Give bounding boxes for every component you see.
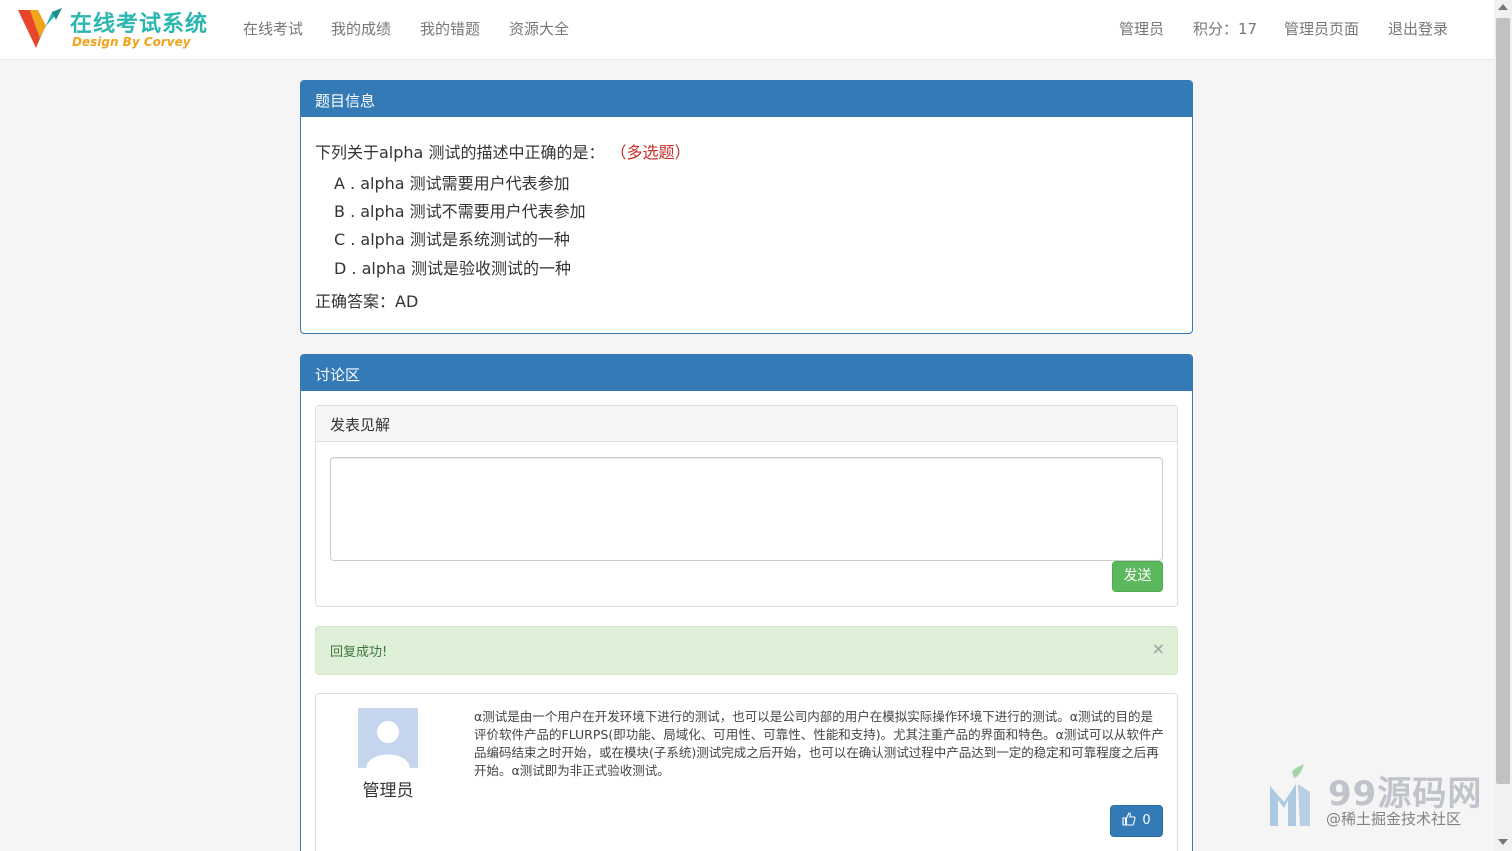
option-b: B . alpha 测试不需要用户代表参加 <box>334 202 586 221</box>
question-stem: 下列关于alpha 测试的描述中正确的是： <box>315 143 605 162</box>
scroll-down-arrow-icon[interactable] <box>1498 839 1508 845</box>
user-avatar-icon <box>358 708 418 768</box>
compose-panel: 发表见解 发送 <box>315 405 1178 607</box>
option-c: C . alpha 测试是系统测试的一种 <box>334 230 570 249</box>
discussion-panel-heading: 讨论区 <box>301 355 1192 391</box>
nav-my-wrong-questions[interactable]: 我的错题 <box>420 18 480 39</box>
top-navbar: 在线考试系统 Design By Corvey 在线考试 我的成绩 我的错题 资… <box>0 0 1494 60</box>
scroll-up-arrow-icon[interactable] <box>1498 4 1508 10</box>
discussion-panel: 讨论区 发表见解 发送 回复成功! × 管理员 α测试是由一个用户在开发环境下进… <box>300 354 1193 851</box>
watermark: 99源码网 @稀土掘金技术社区 <box>1266 762 1496 832</box>
logo-title: 在线考试系统 <box>70 12 209 37</box>
like-button[interactable]: 0 <box>1110 805 1163 837</box>
success-alert: 回复成功! × <box>315 626 1178 675</box>
nav-admin-page[interactable]: 管理员页面 <box>1284 18 1359 39</box>
scroll-thumb[interactable] <box>1496 18 1510 784</box>
correct-answer: 正确答案：AD <box>315 292 419 311</box>
logo-subtitle: Design By Corvey <box>72 35 191 49</box>
nav-resources[interactable]: 资源大全 <box>509 18 569 39</box>
page-scrollbar[interactable] <box>1494 0 1512 851</box>
comment-author: 管理员 <box>362 781 414 801</box>
compose-heading: 发表见解 <box>316 406 1177 442</box>
question-type-label: （多选题） <box>618 143 691 162</box>
question-info-panel: 题目信息 下列关于alpha 测试的描述中正确的是： （多选题） A . alph… <box>300 80 1193 334</box>
comment-textarea[interactable] <box>330 457 1163 561</box>
nav-my-scores[interactable]: 我的成绩 <box>331 18 391 39</box>
option-d: D . alpha 测试是验收测试的一种 <box>334 259 572 278</box>
close-icon[interactable]: × <box>1152 639 1165 658</box>
nav-points[interactable]: 积分：17 <box>1193 18 1257 39</box>
comment-item: 管理员 α测试是由一个用户在开发环境下进行的测试，也可以是公司内部的用户在模拟实… <box>315 693 1178 851</box>
nav-online-exam[interactable]: 在线考试 <box>243 18 303 39</box>
watermark-title: 99源码网 <box>1328 774 1483 814</box>
watermark-m-logo-icon <box>1270 764 1310 826</box>
question-panel-heading: 题目信息 <box>301 81 1192 117</box>
nav-user-name[interactable]: 管理员 <box>1119 18 1164 39</box>
site-logo[interactable]: 在线考试系统 Design By Corvey <box>16 4 226 54</box>
logo-v-icon <box>18 8 62 48</box>
question-text: 下列关于alpha 测试的描述中正确的是： （多选题） <box>315 139 690 163</box>
alert-text: 回复成功! <box>330 645 388 660</box>
avatar <box>358 708 418 768</box>
nav-logout[interactable]: 退出登录 <box>1388 18 1448 39</box>
option-a: A . alpha 测试需要用户代表参加 <box>334 174 570 193</box>
thumbs-up-icon <box>1122 812 1136 826</box>
watermark-subtitle: @稀土掘金技术社区 <box>1326 810 1462 828</box>
like-count: 0 <box>1142 813 1151 828</box>
send-button[interactable]: 发送 <box>1112 561 1163 592</box>
comment-text: α测试是由一个用户在开发环境下进行的测试，也可以是公司内部的用户在模拟实际操作环… <box>474 709 1164 778</box>
